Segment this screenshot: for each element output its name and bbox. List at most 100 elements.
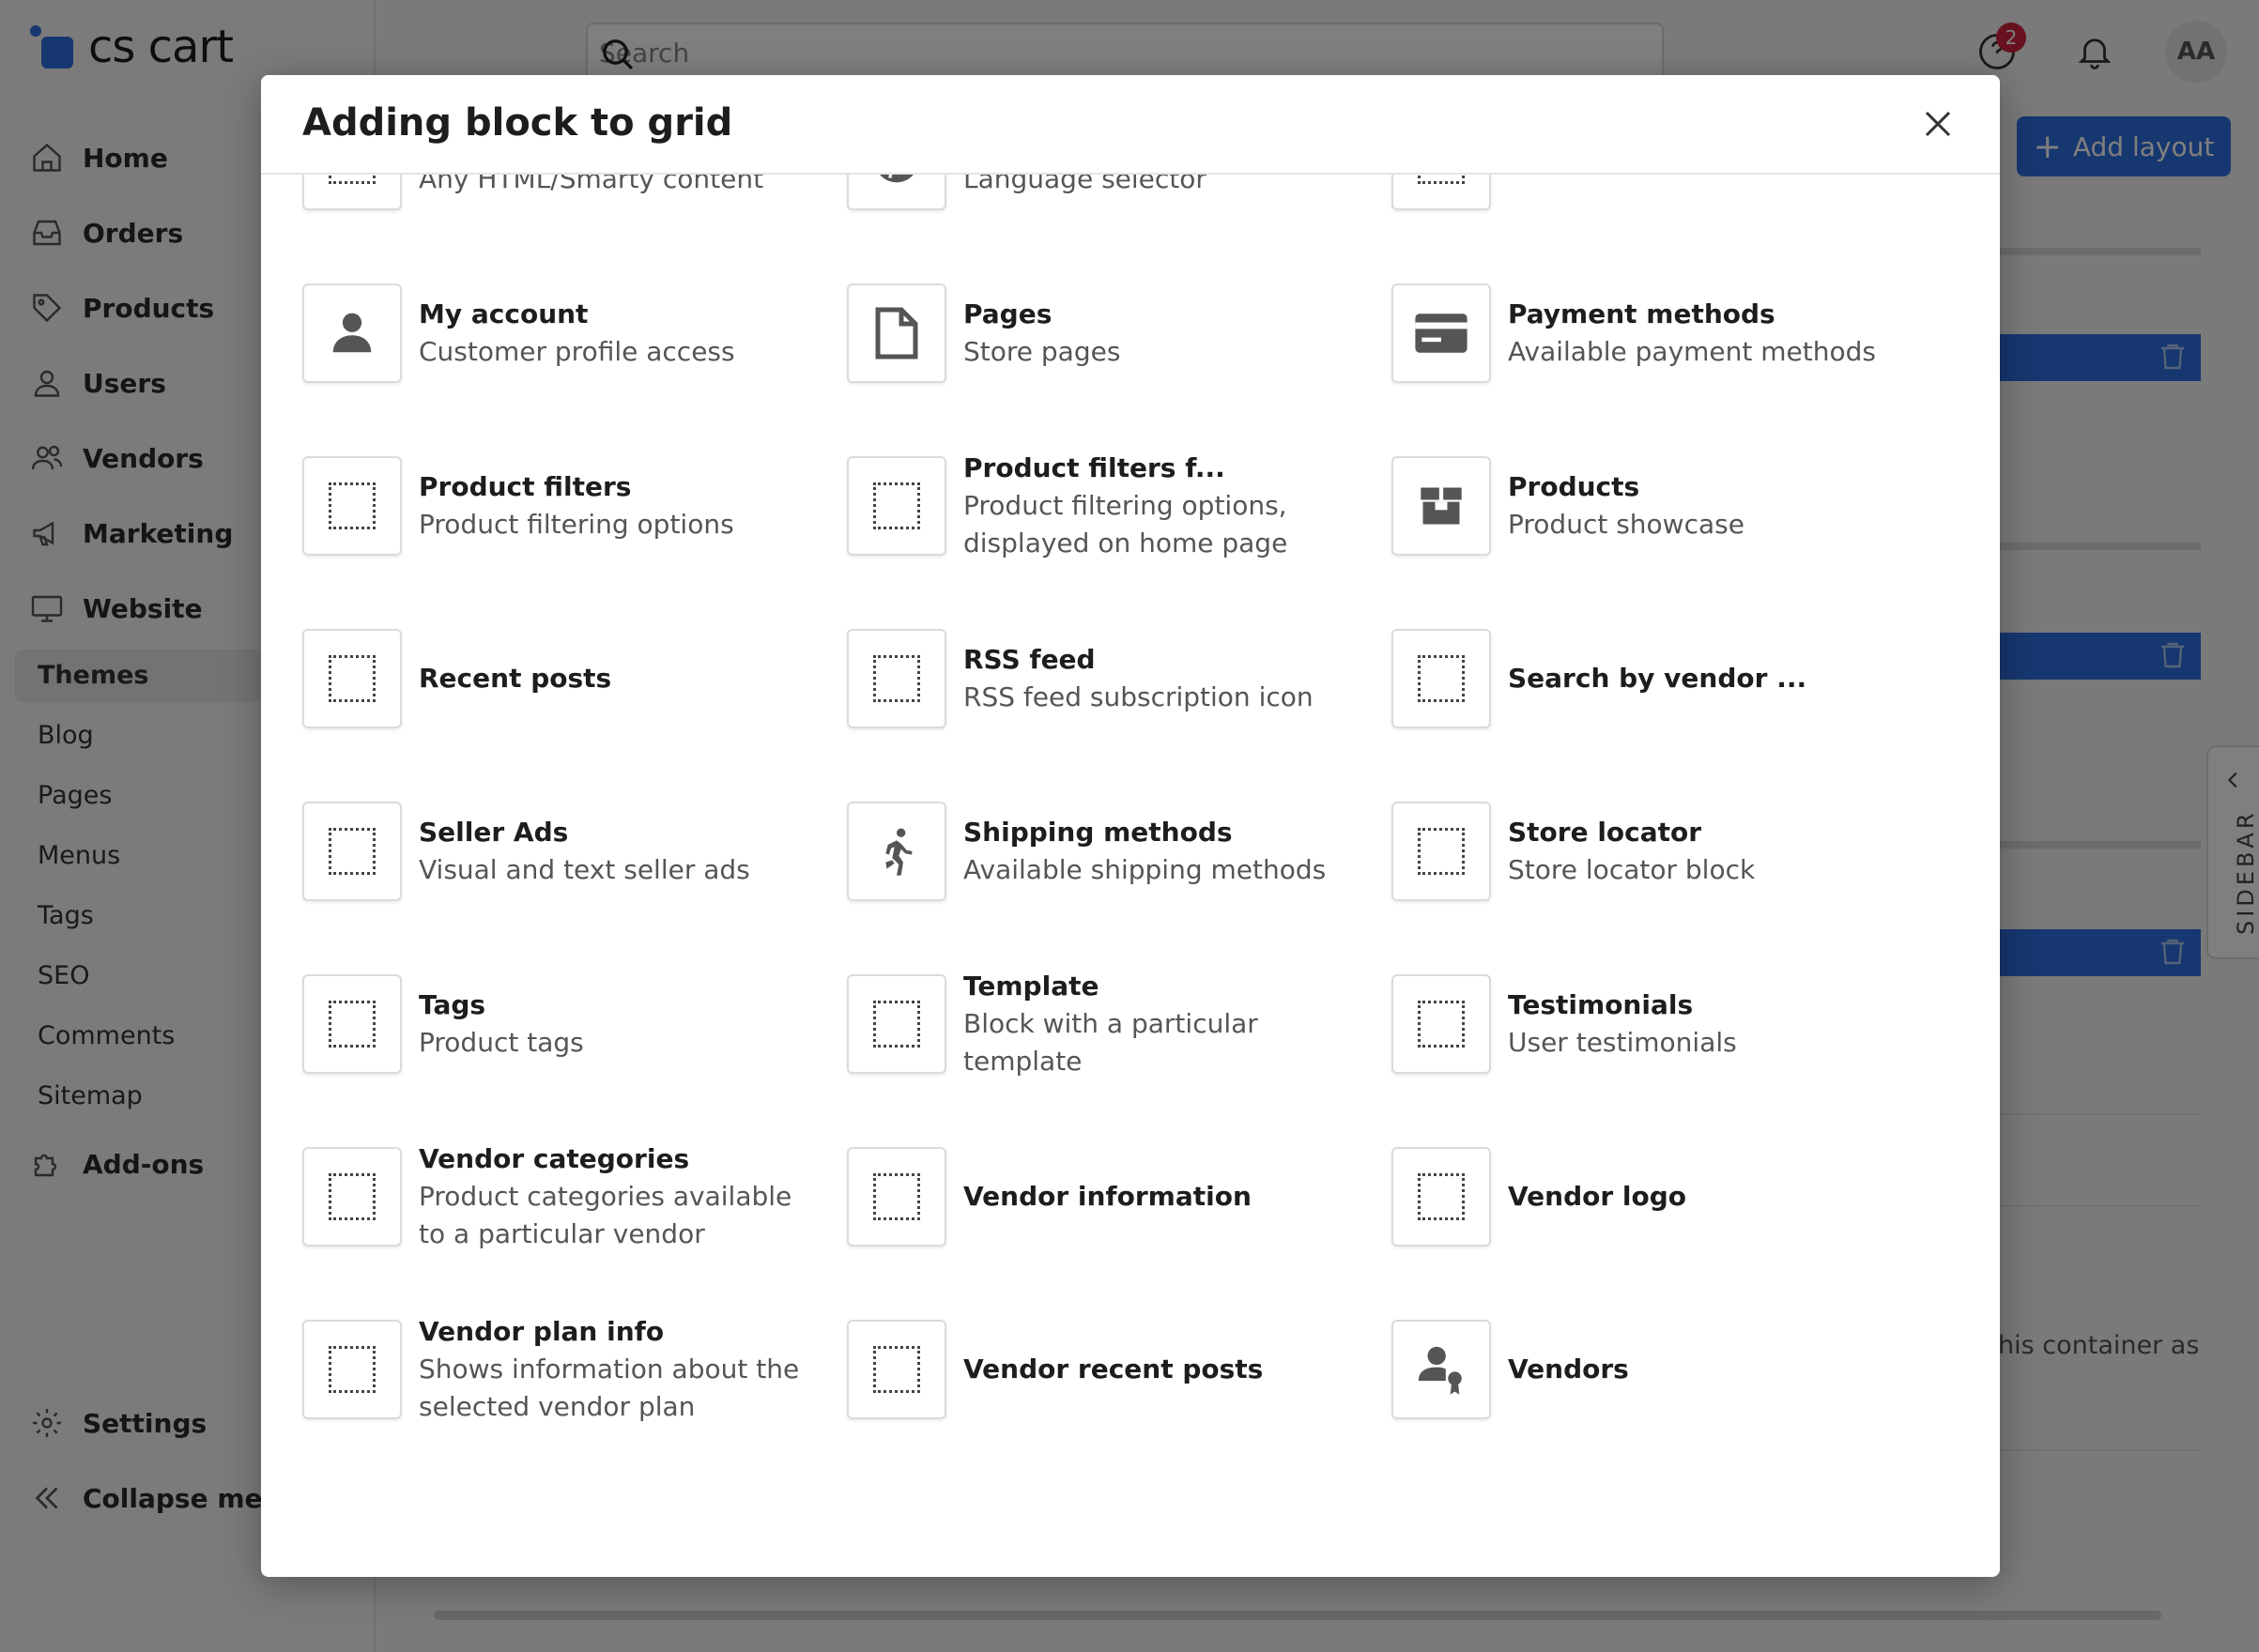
- placeholder-icon: [1391, 974, 1491, 1074]
- block-option-vendor-plan-info[interactable]: Vendor plan info Shows information about …: [302, 1316, 828, 1461]
- close-icon: [1921, 107, 1955, 145]
- block-text: Vendors: [1508, 1320, 1912, 1419]
- block-name: Vendor recent posts: [963, 1354, 1264, 1384]
- block-option-seller-ads[interactable]: Seller Ads Visual and text seller ads: [302, 802, 828, 942]
- block-option-menu[interactable]: Menu: [1391, 175, 1917, 252]
- block-option-testimonials[interactable]: Testimonials User testimonials: [1391, 974, 1917, 1115]
- block-name: Product filters f...: [963, 452, 1225, 483]
- placeholder-icon: [847, 456, 946, 556]
- block-name: Tags: [419, 989, 486, 1020]
- block-name: Pages: [963, 298, 1053, 329]
- block-text: HTML block with S...Any HTML/Smarty cont…: [419, 175, 822, 210]
- block-text: Pages Store pages: [963, 283, 1367, 383]
- placeholder-icon: [1391, 629, 1491, 728]
- block-text: RSS feed RSS feed subscription icon: [963, 629, 1367, 728]
- placeholder-icon: [847, 629, 946, 728]
- block-text: Recent posts: [419, 629, 822, 728]
- block-name: Shipping methods: [963, 817, 1233, 848]
- block-text: Search by vendor ...: [1508, 629, 1912, 728]
- dialog-header: Adding block to grid: [261, 75, 2000, 175]
- block-description: Any HTML/Smarty content: [419, 175, 764, 194]
- person-icon: [302, 283, 402, 383]
- block-name: Store locator: [1508, 817, 1702, 848]
- block-description: Store pages: [963, 336, 1121, 367]
- block-option-template[interactable]: Template Block with a particular template: [847, 971, 1373, 1115]
- block-name: My account: [419, 298, 589, 329]
- block-text: Menu: [1508, 175, 1912, 210]
- block-text: Payment methods Available payment methods: [1508, 283, 1912, 383]
- block-name: Vendor plan info: [419, 1316, 665, 1347]
- placeholder-icon: [302, 802, 402, 901]
- block-text: Store locator Store locator block: [1508, 802, 1912, 901]
- block-description: Product categories available to a partic…: [419, 1181, 792, 1249]
- block-description: Product showcase: [1508, 509, 1744, 540]
- block-text: Tags Product tags: [419, 974, 822, 1074]
- block-option-vendor-logo[interactable]: Vendor logo: [1391, 1147, 1917, 1288]
- block-option-my-account[interactable]: My account Customer profile access: [302, 283, 828, 424]
- block-text: Vendor plan info Shows information about …: [419, 1316, 822, 1422]
- page-icon: [847, 283, 946, 383]
- block-description: Available shipping methods: [963, 854, 1327, 885]
- placeholder-icon: [847, 1320, 946, 1419]
- block-option-languages[interactable]: LanguagesLanguage selector: [847, 175, 1373, 252]
- block-text: Shipping methods Available shipping metho…: [963, 802, 1367, 901]
- placeholder-icon: [302, 1320, 402, 1419]
- block-option-search-by-vendor[interactable]: Search by vendor ...: [1391, 629, 1917, 770]
- block-option-rss-feed[interactable]: RSS feed RSS feed subscription icon: [847, 629, 1373, 770]
- placeholder-icon: [1391, 1147, 1491, 1247]
- block-description: Product filtering options: [419, 509, 734, 540]
- block-text: Product filters f... Product filtering op…: [963, 452, 1367, 558]
- block-description: User testimonials: [1508, 1027, 1737, 1058]
- dialog-title: Adding block to grid: [302, 101, 733, 145]
- block-option-pages[interactable]: Pages Store pages: [847, 283, 1373, 424]
- block-name: Product filters: [419, 471, 632, 502]
- box-icon: [1391, 456, 1491, 556]
- block-text: Template Block with a particular template: [963, 971, 1367, 1077]
- placeholder-icon: [302, 175, 402, 210]
- block-option-html-block-with-s[interactable]: HTML block with S...Any HTML/Smarty cont…: [302, 175, 828, 252]
- block-name: Vendors: [1508, 1354, 1629, 1384]
- block-text: Vendor categories Product categories avai…: [419, 1143, 822, 1249]
- block-name: Payment methods: [1508, 298, 1775, 329]
- block-description: Block with a particular template: [963, 1008, 1258, 1077]
- block-option-product-filters-f[interactable]: Product filters f... Product filtering op…: [847, 452, 1373, 597]
- block-option-tags[interactable]: Tags Product tags: [302, 974, 828, 1115]
- block-description: Language selector: [963, 175, 1206, 194]
- block-text: Seller Ads Visual and text seller ads: [419, 802, 822, 901]
- placeholder-icon: [1391, 175, 1491, 210]
- block-option-vendor-categories[interactable]: Vendor categories Product categories avai…: [302, 1143, 828, 1288]
- block-text: My account Customer profile access: [419, 283, 822, 383]
- block-text: Products Product showcase: [1508, 456, 1912, 556]
- close-button[interactable]: [1915, 103, 1960, 148]
- block-name: Recent posts: [419, 663, 612, 694]
- placeholder-icon: [847, 1147, 946, 1247]
- block-text: Vendor logo: [1508, 1147, 1912, 1247]
- block-description: Product filtering options, displayed on …: [963, 490, 1288, 558]
- block-description: Shows information about the selected ven…: [419, 1354, 800, 1422]
- block-name: Testimonials: [1508, 989, 1694, 1020]
- dialog-body[interactable]: HTML block with S...Any HTML/Smarty cont…: [261, 175, 2000, 1577]
- block-name: Search by vendor ...: [1508, 663, 1807, 694]
- block-option-product-filters[interactable]: Product filters Product filtering options: [302, 456, 828, 597]
- block-option-products[interactable]: Products Product showcase: [1391, 456, 1917, 597]
- placeholder-icon: [847, 974, 946, 1074]
- block-name: RSS feed: [963, 644, 1096, 675]
- block-description: Customer profile access: [419, 336, 735, 367]
- block-description: RSS feed subscription icon: [963, 681, 1314, 712]
- block-text: Testimonials User testimonials: [1508, 974, 1912, 1074]
- block-description: Store locator block: [1508, 854, 1756, 885]
- block-option-recent-posts[interactable]: Recent posts: [302, 629, 828, 770]
- block-name: Vendor categories: [419, 1143, 690, 1174]
- block-description: Product tags: [419, 1027, 584, 1058]
- block-option-vendors[interactable]: Vendors: [1391, 1320, 1917, 1461]
- block-option-vendor-information[interactable]: Vendor information: [847, 1147, 1373, 1288]
- block-text: Vendor recent posts: [963, 1320, 1367, 1419]
- block-option-vendor-recent-posts[interactable]: Vendor recent posts: [847, 1320, 1373, 1461]
- block-name: Menu: [1508, 175, 1912, 179]
- block-name: Vendor logo: [1508, 1181, 1687, 1212]
- block-option-payment-methods[interactable]: Payment methods Available payment methods: [1391, 283, 1917, 424]
- runner-icon: [847, 802, 946, 901]
- block-name: Products: [1508, 471, 1640, 502]
- block-option-shipping-methods[interactable]: Shipping methods Available shipping metho…: [847, 802, 1373, 942]
- block-option-store-locator[interactable]: Store locator Store locator block: [1391, 802, 1917, 942]
